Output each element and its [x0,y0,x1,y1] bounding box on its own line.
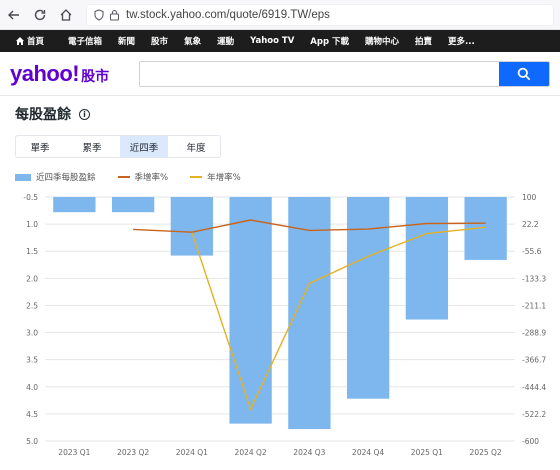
eps-bar [405,197,449,320]
eps-chart: -0.5 100 1.0 22.2 1.5 -55.6 2.0 -133.3 2.5 -211.1… [23,193,546,457]
right-axis-tick: -288.9 [522,329,546,338]
topnav-mail[interactable]: 電子信箱 [60,30,110,52]
tab-yearly[interactable]: 年度 [172,136,220,157]
search-box [139,60,550,87]
left-axis-tick: 3.5 [26,356,38,365]
left-axis-tick: -0.5 [23,193,38,202]
search-button[interactable] [499,61,549,86]
x-axis-tick: 2025 Q2 [470,448,502,457]
chart-legend: 近四季每股盈餘 季增率% 年增率% [15,171,263,183]
left-axis-tick: 1.5 [26,247,38,256]
legend-swatch-qoq [117,176,130,178]
back-icon[interactable] [6,7,22,23]
topnav-sports[interactable]: 運動 [209,30,242,52]
left-axis-tick: 4.5 [26,410,38,419]
topnav-app-download[interactable]: App 下載 [302,30,357,52]
x-axis-tick: 2024 Q3 [293,448,325,457]
logo-sub: 股市 [81,68,110,85]
site-header: yahoo! 股市 [0,52,560,96]
left-axis-tick: 3.0 [26,329,38,338]
x-axis-tick: 2024 Q1 [176,448,208,457]
yahoo-top-nav: 首頁 電子信箱 新聞 股市 氣象 運動 Yahoo TV App 下載 購物中心… [0,30,560,52]
browser-toolbar: tw.stock.yahoo.com/quote/6919.TW/eps [0,0,560,30]
eps-bar [229,197,272,424]
home-icon[interactable] [58,7,74,23]
legend-item-yoy[interactable]: 年增率% [190,171,241,183]
topnav-more[interactable]: 更多... [440,30,483,52]
right-axis-tick: 22.2 [522,220,539,229]
x-axis-tick: 2024 Q2 [235,448,267,457]
info-icon[interactable]: i [79,108,90,120]
address-bar[interactable]: tw.stock.yahoo.com/quote/6919.TW/eps [86,3,554,26]
reload-icon[interactable] [32,7,48,23]
topnav-weather[interactable]: 氣象 [176,30,209,52]
topnav-yahoo-tv[interactable]: Yahoo TV [242,30,302,52]
x-axis-tick: 2023 Q1 [58,448,90,457]
eps-bar [288,197,331,430]
topnav-shopping[interactable]: 購物中心 [357,30,407,52]
eps-bar [53,197,96,213]
legend-swatch-bar [15,173,31,181]
tab-cumulative[interactable]: 累季 [68,136,116,157]
lock-icon [109,9,120,21]
page-title: 每股盈餘 [15,107,71,123]
eps-bar [111,197,155,213]
right-axis-tick: -522.2 [522,410,546,419]
right-axis-tick: -133.3 [522,274,546,283]
right-axis-tick: 100 [522,193,537,202]
home-icon [16,37,24,45]
topnav-stock[interactable]: 股市 [143,30,176,52]
search-input[interactable] [140,61,499,86]
topnav-home[interactable]: 首頁 [8,30,60,52]
eps-bar [170,197,214,256]
right-axis-tick: -444.4 [522,383,546,392]
right-axis-tick: -55.6 [522,247,542,256]
x-axis-tick: 2023 Q2 [117,448,149,457]
left-axis-tick: 1.0 [26,220,38,229]
legend-swatch-yoy [190,176,203,178]
left-axis-tick: 4.0 [26,383,38,392]
url-text: tw.stock.yahoo.com/quote/6919.TW/eps [126,8,330,21]
logo-text: yahoo! [10,60,80,86]
yahoo-stock-logo[interactable]: yahoo! 股市 [10,61,109,87]
shield-icon[interactable] [93,8,105,21]
tab-single-quarter[interactable]: 單季 [16,136,64,157]
right-axis-tick: -211.1 [522,301,546,310]
legend-item-qoq[interactable]: 季增率% [117,171,168,183]
legend-item-bar[interactable]: 近四季每股盈餘 [15,171,96,183]
x-axis-tick: 2025 Q1 [411,448,443,457]
section-title: 每股盈餘 i [15,104,90,124]
period-tabs: 單季 累季 近四季 年度 [15,135,221,158]
topnav-auction[interactable]: 拍賣 [407,30,440,52]
right-axis-tick: -366.7 [522,356,546,365]
left-axis-tick: 5.0 [26,437,38,446]
topnav-news[interactable]: 新聞 [110,30,143,52]
right-axis-tick: -600 [522,437,539,446]
left-axis-tick: 2.0 [26,274,38,283]
search-icon [517,67,531,80]
tab-trailing-four[interactable]: 近四季 [120,136,168,157]
left-axis-tick: 2.5 [26,301,38,310]
x-axis-tick: 2024 Q4 [352,448,384,457]
